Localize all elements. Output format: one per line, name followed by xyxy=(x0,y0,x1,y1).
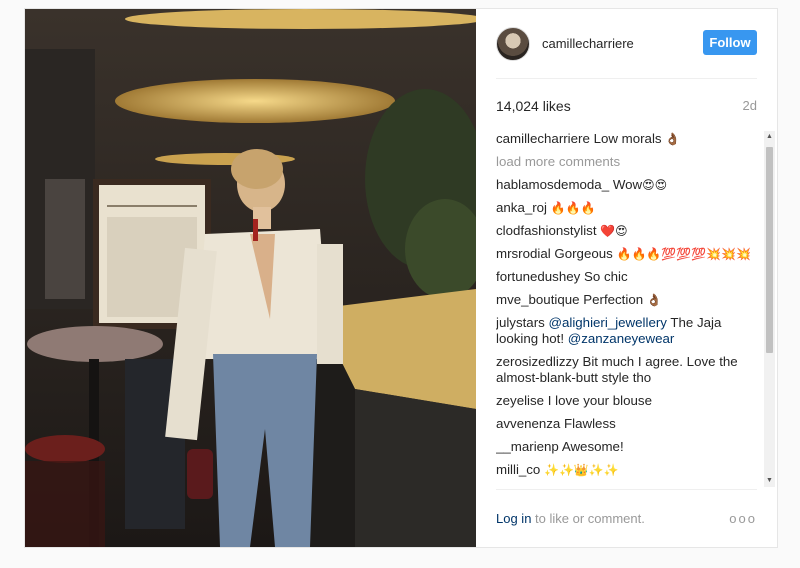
comment-text: So chic xyxy=(583,269,628,284)
post-footer: Log in to like or comment. ooo xyxy=(496,489,757,547)
scrollbar-thumb[interactable] xyxy=(766,147,773,353)
list-item: milli_co ✨✨👑✨✨ xyxy=(496,462,757,478)
login-text: to like or comment. xyxy=(535,511,645,526)
comment-emoji: 👌🏾 xyxy=(646,293,662,307)
comment-text: Wow xyxy=(612,177,643,192)
mention-link[interactable]: @zanzaneyewear xyxy=(568,331,675,346)
load-more-comments[interactable]: load more comments xyxy=(496,154,757,170)
list-item: mve_boutique Perfection 👌🏾 xyxy=(496,292,757,308)
login-prompt: Log in to like or comment. xyxy=(496,511,645,526)
list-item: hablamosdemoda_ Wow😍😍 xyxy=(496,177,757,193)
comment-user[interactable]: zeyelise xyxy=(496,393,544,408)
list-item: zerosizedlizzy Bit much I agree. Love th… xyxy=(496,354,757,386)
comment-user[interactable]: mve_boutique xyxy=(496,292,580,307)
comment-text: Awesome! xyxy=(561,439,624,454)
comment-user[interactable]: camillecharriere xyxy=(496,131,590,146)
comment-user[interactable]: avvenenza xyxy=(496,416,560,431)
comment-user[interactable]: fortunedushey xyxy=(496,269,580,284)
likes-row: 14,024 likes 2d xyxy=(496,98,757,114)
comment-text: I love your blouse xyxy=(547,393,652,408)
username[interactable]: camillecharriere xyxy=(542,36,634,51)
login-link[interactable]: Log in xyxy=(496,511,531,526)
comment-text: Gorgeous xyxy=(554,246,613,261)
comment-user[interactable]: mrsrodial xyxy=(496,246,551,261)
comment-user[interactable]: hablamosdemoda_ xyxy=(496,177,609,192)
comment-emoji: ❤️😍 xyxy=(600,224,628,238)
comment-emoji: 🔥🔥🔥 xyxy=(550,201,596,215)
comment-text: Low morals xyxy=(593,131,662,146)
comment-user[interactable]: clodfashionstylist xyxy=(496,223,597,238)
caption: camillecharriere Low morals 👌🏾 xyxy=(496,131,757,147)
list-item: fortunedushey So chic xyxy=(496,269,757,285)
scroll-up-arrow-icon[interactable]: ▲ xyxy=(764,131,775,143)
more-options-icon[interactable]: ooo xyxy=(729,511,757,526)
instagram-post: camillecharriere Follow 14,024 likes 2d … xyxy=(24,8,778,548)
comments-list[interactable]: camillecharriere Low morals 👌🏾 load more… xyxy=(496,131,757,487)
comment-user[interactable]: julystars xyxy=(496,315,545,330)
comment-user[interactable]: zerosizedlizzy xyxy=(496,354,579,369)
follow-button[interactable]: Follow xyxy=(703,30,757,55)
post-sidebar: camillecharriere Follow 14,024 likes 2d … xyxy=(476,9,777,547)
comment-user[interactable]: milli_co xyxy=(496,462,540,477)
post-photo[interactable] xyxy=(25,9,476,547)
list-item: avvenenza Flawless xyxy=(496,416,757,432)
comment-emoji: ✨✨👑✨✨ xyxy=(544,463,619,477)
post-time[interactable]: 2d xyxy=(743,98,757,114)
comments-scrollbar[interactable]: ▲ ▼ xyxy=(764,131,775,487)
scroll-down-arrow-icon[interactable]: ▼ xyxy=(764,475,775,487)
comment-emoji: 🔥🔥🔥💯💯💯💥💥💥 xyxy=(616,247,751,261)
comment-emoji: 👌🏾 xyxy=(665,132,681,146)
mention-link[interactable]: @alighieri_jewellery xyxy=(548,315,666,330)
likes-count[interactable]: 14,024 likes xyxy=(496,98,571,114)
comment-user[interactable]: anka_roj xyxy=(496,200,547,215)
list-item: anka_roj 🔥🔥🔥 xyxy=(496,200,757,216)
list-item: clodfashionstylist ❤️😍 xyxy=(496,223,757,239)
comment-text: Perfection xyxy=(583,292,644,307)
avatar[interactable] xyxy=(496,26,530,61)
list-item: zeyelise I love your blouse xyxy=(496,393,757,409)
list-item: mrsrodial Gorgeous 🔥🔥🔥💯💯💯💥💥💥 xyxy=(496,246,757,262)
comment-emoji: 😍😍 xyxy=(642,178,668,192)
comment-text: Flawless xyxy=(564,416,616,431)
list-item: __marienp Awesome! xyxy=(496,439,757,455)
list-item: julystars @alighieri_jewellery The Jaja … xyxy=(496,315,757,347)
post-header: camillecharriere Follow xyxy=(496,9,757,79)
comment-user[interactable]: __marienp xyxy=(496,439,559,454)
